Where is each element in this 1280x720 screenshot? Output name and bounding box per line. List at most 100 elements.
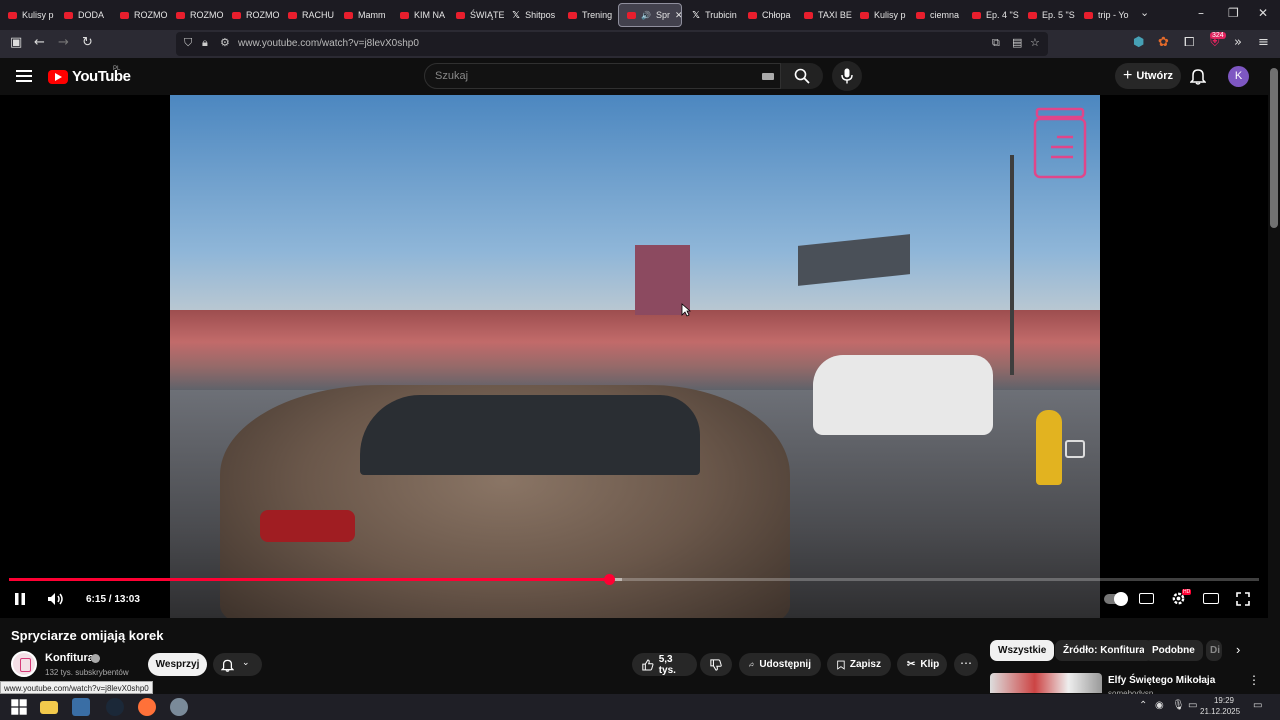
monitor-app-icon[interactable] xyxy=(72,698,90,716)
vpn-extension-icon[interactable]: ⬢ xyxy=(1133,35,1144,50)
bookmark-star-icon[interactable]: ☆ xyxy=(1030,36,1040,49)
clock-time[interactable]: 19:29 xyxy=(1206,696,1242,705)
recommendation-thumbnail[interactable] xyxy=(990,673,1102,693)
browser-tab[interactable]: Ep. 5 "S xyxy=(1020,0,1076,30)
page-scrollbar[interactable] xyxy=(1268,58,1280,694)
browser-tab[interactable]: DODA xyxy=(56,0,112,30)
autoplay-toggle[interactable] xyxy=(1104,592,1128,606)
recommendation-title[interactable]: Elfy Świętego Mikołaja xyxy=(1108,675,1215,686)
microphone-tray-icon[interactable]: 🎙︎ xyxy=(1172,700,1185,711)
windows-taskbar: ⌃ ◉ 🎙︎ ▭ 19:29 21.12.2025 ▭ xyxy=(0,694,1280,720)
save-button[interactable]: Zapisz xyxy=(827,653,891,676)
speaker-icon[interactable]: 🔊 xyxy=(641,11,651,20)
browser-tab[interactable]: ciemna xyxy=(908,0,964,30)
app-icon[interactable] xyxy=(170,698,188,716)
reload-icon[interactable]: ↻ xyxy=(82,35,93,50)
voice-search-button[interactable] xyxy=(832,61,862,91)
browser-tab[interactable]: RACHU xyxy=(280,0,336,30)
sidebar-toggle-icon[interactable]: ▣ xyxy=(10,35,22,50)
dislike-button[interactable] xyxy=(700,653,732,676)
close-window-icon[interactable]: ✕ xyxy=(1258,6,1268,20)
scrollbar-thumb[interactable] xyxy=(1270,68,1278,228)
browser-tab[interactable]: Kulisy p xyxy=(852,0,908,30)
forward-icon[interactable]: → xyxy=(58,35,69,50)
chip-source[interactable]: Źródło: Konfitura xyxy=(1055,640,1153,661)
notifications-bell-icon[interactable] xyxy=(1190,67,1206,85)
browser-tab[interactable]: ŚWIĄTE xyxy=(448,0,504,30)
tab-list-chevron-icon[interactable]: ⌄ xyxy=(1140,6,1149,19)
recommendation-menu-icon[interactable]: ⋮ xyxy=(1248,673,1260,687)
channel-name[interactable]: Konfitura xyxy=(45,652,94,664)
overflow-chevron-icon[interactable]: » xyxy=(1234,35,1242,50)
address-bar[interactable]: ⛉ 🔒︎ ⚙ www.youtube.com/watch?v=j8levX0sh… xyxy=(176,32,1048,56)
browser-tab[interactable]: Trening xyxy=(560,0,616,30)
clip-button[interactable]: ✂ Klip xyxy=(897,653,947,676)
browser-tab[interactable]: KIM NA xyxy=(392,0,448,30)
app-menu-icon[interactable]: ≡ xyxy=(1258,35,1269,50)
account-avatar[interactable]: K xyxy=(1228,66,1249,87)
tab-label: DODA xyxy=(78,10,105,20)
create-button[interactable]: + Utwórz xyxy=(1115,63,1181,89)
reader-view-icon[interactable]: ▤ xyxy=(1012,36,1022,49)
volume-icon[interactable] xyxy=(47,592,65,606)
chip-all[interactable]: Wszystkie xyxy=(990,640,1055,661)
browser-tab[interactable]: Kulisy p xyxy=(0,0,56,30)
display-icon[interactable]: ▭ xyxy=(1188,700,1197,711)
fullscreen-icon[interactable] xyxy=(1236,592,1250,606)
search-button[interactable] xyxy=(781,63,823,89)
file-explorer-icon[interactable] xyxy=(40,701,58,714)
lock-icon[interactable]: 🔒︎ xyxy=(202,36,208,50)
pause-icon[interactable] xyxy=(14,592,26,606)
picture-in-picture-icon[interactable]: ⧉ xyxy=(992,36,1000,50)
browser-tab[interactable]: TAXI BE xyxy=(796,0,852,30)
browser-tab[interactable]: Ep. 4 "S xyxy=(964,0,1020,30)
keyboard-icon[interactable] xyxy=(762,73,774,80)
permissions-icon[interactable]: ⚙ xyxy=(220,36,230,49)
browser-tab[interactable]: Mamm xyxy=(336,0,392,30)
search-box[interactable]: Szukaj xyxy=(424,63,781,89)
clock-date[interactable]: 21.12.2025 xyxy=(1200,707,1240,716)
steam-icon[interactable] xyxy=(106,698,124,716)
progress-scrubber-handle[interactable] xyxy=(604,574,615,585)
browser-tab[interactable]: 𝕏 Trubicin xyxy=(684,0,740,30)
progress-bar[interactable] xyxy=(9,574,1259,585)
video-frame[interactable] xyxy=(170,95,1100,618)
tab-label: Trening xyxy=(582,10,613,20)
subtitles-icon[interactable] xyxy=(1139,593,1154,604)
notifications-icon[interactable]: ▭ xyxy=(1253,700,1262,711)
miniplayer-icon[interactable] xyxy=(1065,440,1085,458)
more-actions-icon[interactable]: ⋯ xyxy=(954,653,978,676)
close-tab-icon[interactable]: ✕ xyxy=(675,10,681,21)
minimize-icon[interactable]: – xyxy=(1198,6,1204,20)
subscribed-button[interactable]: ⌄ xyxy=(213,653,262,676)
tracking-shield-icon[interactable]: ⛉ xyxy=(184,36,192,50)
hamburger-menu-icon[interactable] xyxy=(16,70,32,82)
browser-tab[interactable]: ROZMO xyxy=(168,0,224,30)
tray-chevron-up-icon[interactable]: ⌃ xyxy=(1139,700,1147,711)
back-icon[interactable]: ← xyxy=(34,35,45,50)
video-player[interactable]: 6:15 / 13:03 HD xyxy=(0,95,1268,618)
theater-mode-icon[interactable] xyxy=(1203,593,1219,604)
chip-similar[interactable]: Podobne xyxy=(1144,640,1203,661)
network-icon[interactable]: ◉ xyxy=(1155,700,1164,711)
browser-tab[interactable]: Chłopa xyxy=(740,0,796,30)
channel-avatar[interactable] xyxy=(11,651,37,677)
firefox-icon[interactable] xyxy=(138,698,156,716)
chip-truncated[interactable]: Di xyxy=(1206,640,1222,661)
extensions-puzzle-icon[interactable]: ⧠ xyxy=(1184,35,1194,50)
share-button[interactable]: Udostępnij xyxy=(739,653,821,676)
support-button[interactable]: Wesprzyj xyxy=(148,653,207,676)
channel-watermark-icon[interactable] xyxy=(1033,107,1087,181)
like-button[interactable]: 5,3 tys. xyxy=(632,653,697,676)
browser-tab[interactable]: trip - Yo xyxy=(1076,0,1132,30)
browser-tab[interactable]: ROZMO xyxy=(112,0,168,30)
url-text[interactable]: www.youtube.com/watch?v=j8levX0shp0 xyxy=(238,38,419,49)
windows-start-icon[interactable] xyxy=(10,698,28,716)
extension-icon[interactable]: ✿ xyxy=(1158,35,1169,50)
chevron-right-icon[interactable]: › xyxy=(1236,642,1240,657)
restore-icon[interactable]: ❐ xyxy=(1228,6,1239,20)
browser-tab[interactable]: ROZMO xyxy=(224,0,280,30)
browser-tab[interactable]: 𝕏 Shitpos xyxy=(504,0,560,30)
browser-tab-active[interactable]: 🔊 Spr ✕ xyxy=(618,3,682,27)
search-input[interactable]: Szukaj xyxy=(435,70,468,82)
